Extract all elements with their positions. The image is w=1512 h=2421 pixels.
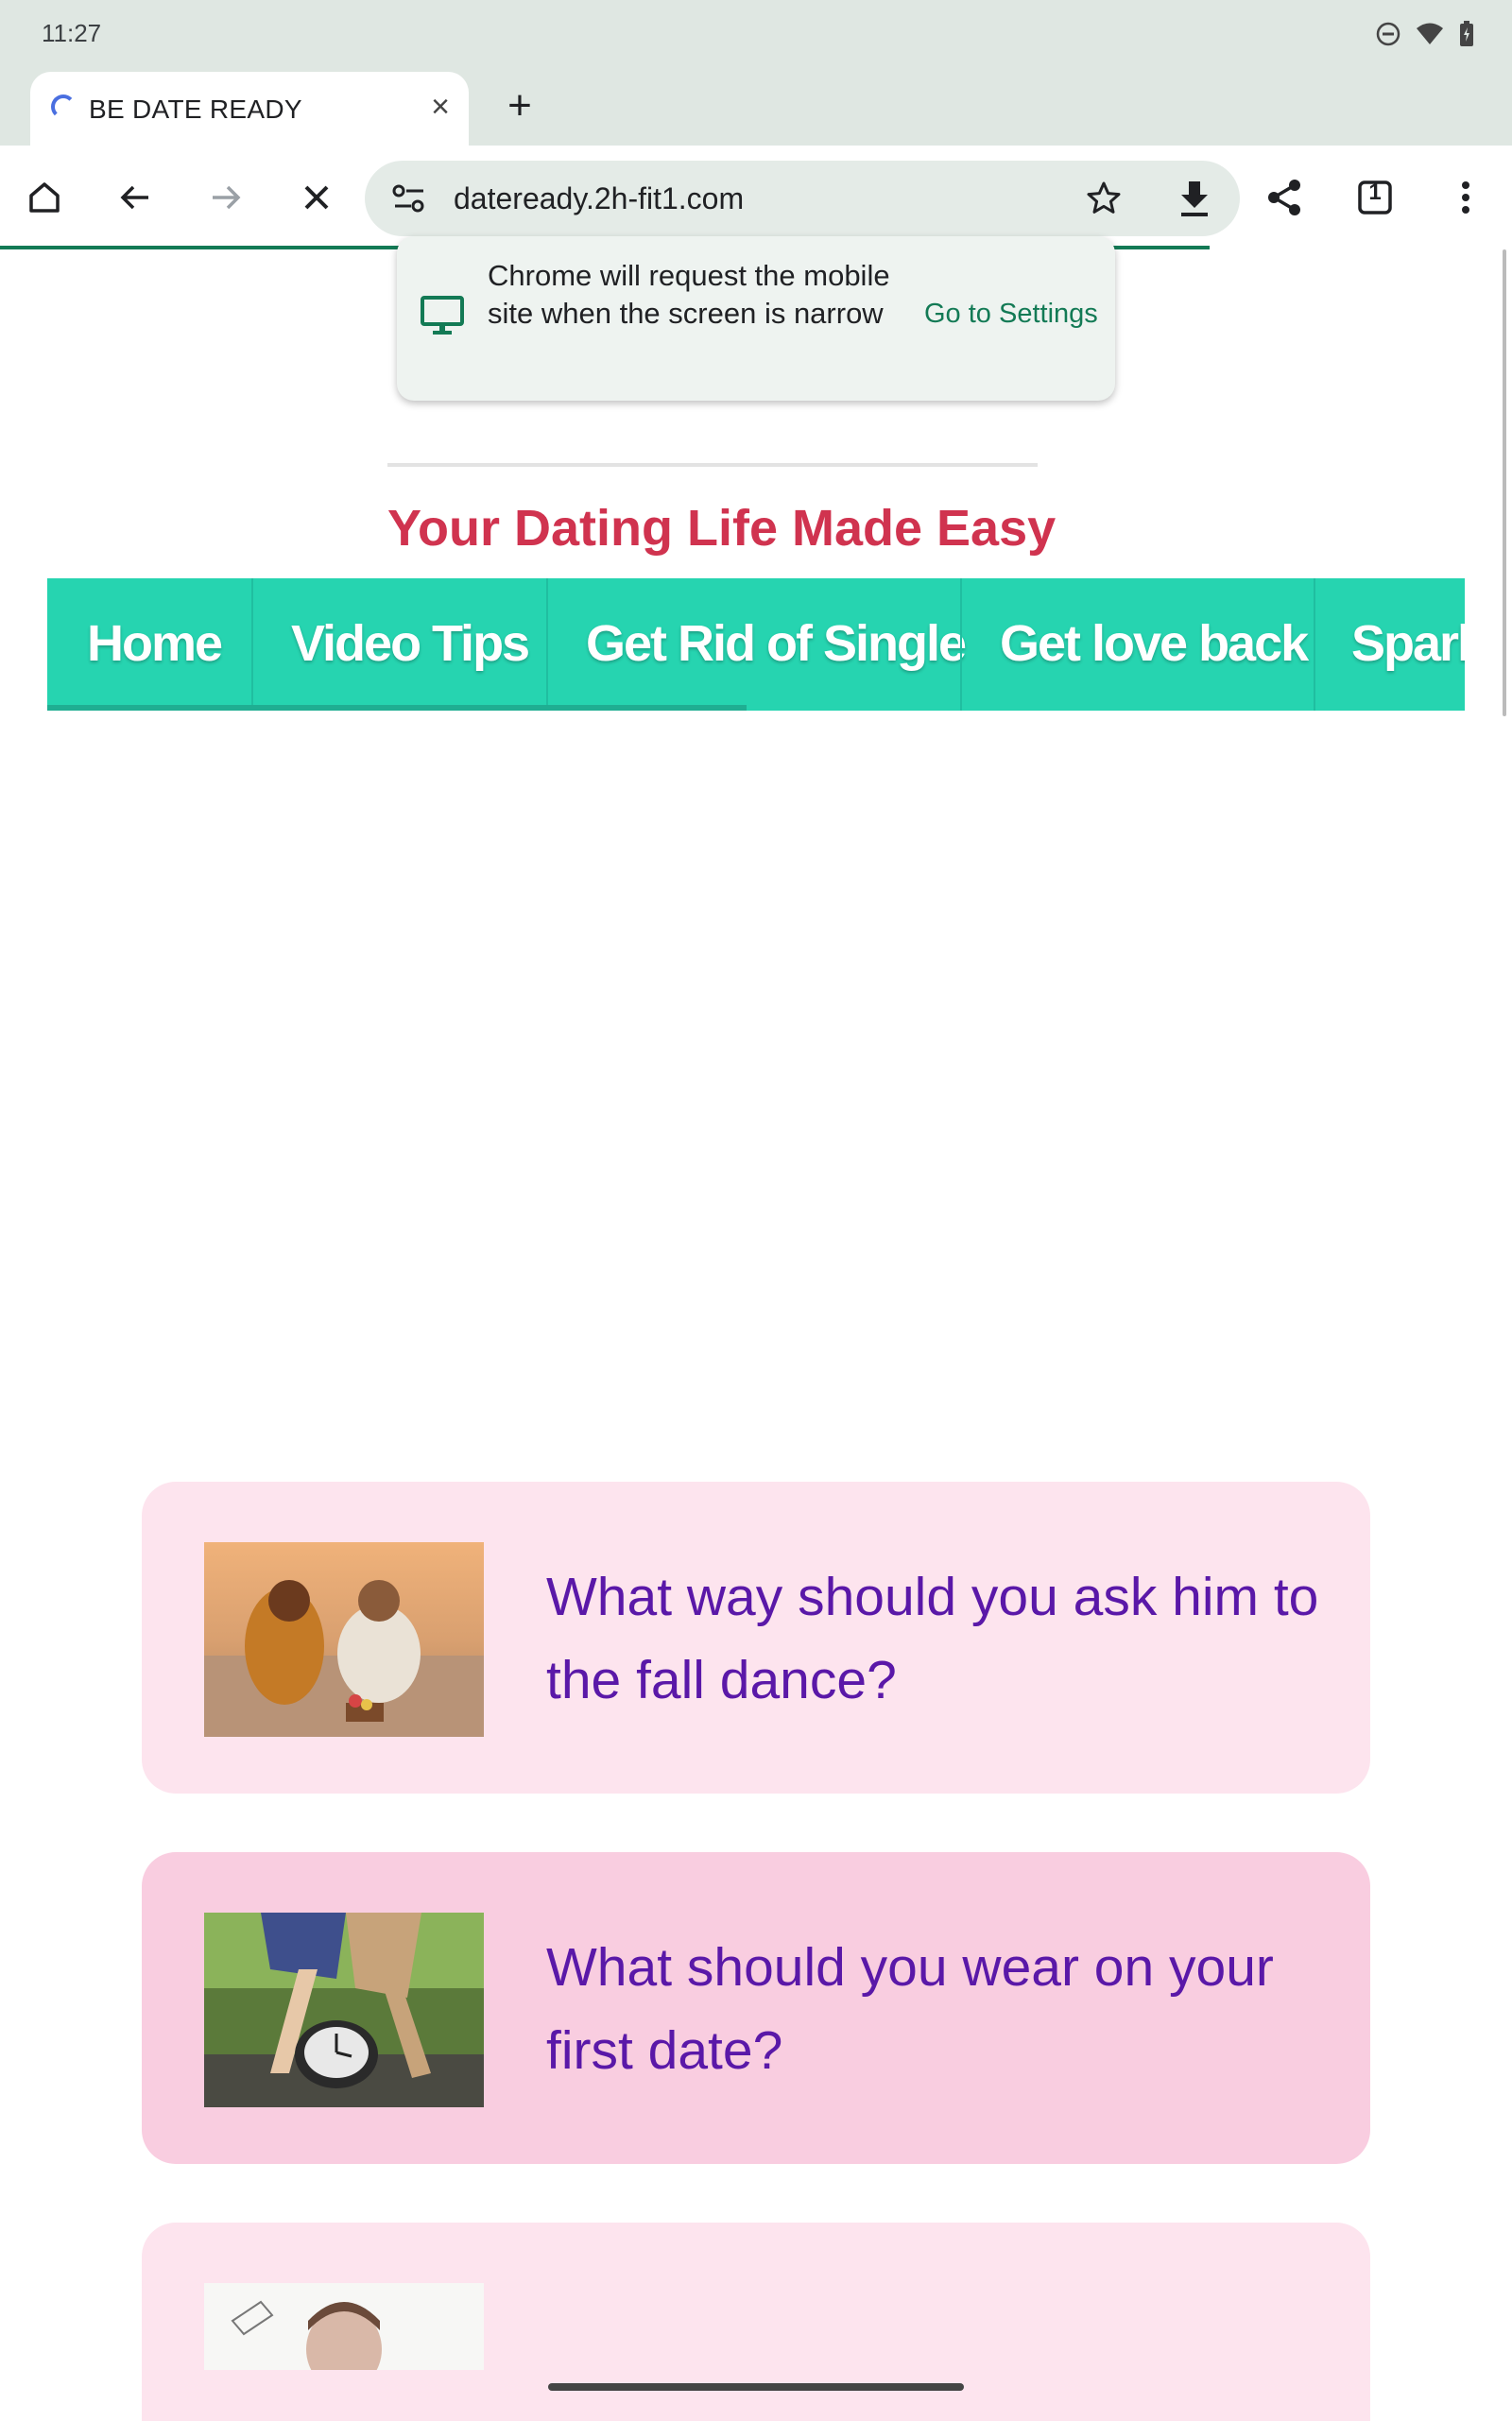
menu-button[interactable] bbox=[1435, 166, 1497, 229]
do-not-disturb-icon bbox=[1376, 22, 1400, 46]
article-thumbnail-partial[interactable] bbox=[204, 2283, 484, 2370]
mobile-site-notice-popup: Chrome will request the mobile site when… bbox=[397, 236, 1115, 401]
star-bookmark-icon[interactable] bbox=[1085, 180, 1123, 217]
download-icon[interactable] bbox=[1176, 178, 1213, 219]
close-icon bbox=[304, 185, 329, 210]
nav-separator bbox=[251, 578, 253, 711]
popup-message: Chrome will request the mobile site when… bbox=[488, 259, 890, 330]
share-icon bbox=[1268, 180, 1300, 215]
nav-item-get-love-back[interactable]: Get love back bbox=[1000, 614, 1309, 673]
article-card[interactable]: What should you wear on your first date? bbox=[142, 1852, 1370, 2164]
go-to-settings-link[interactable]: Go to Settings bbox=[924, 299, 1098, 330]
article-card-partial[interactable] bbox=[142, 2223, 1370, 2421]
header-divider bbox=[387, 463, 1038, 467]
nav-item-get-rid-of-single[interactable]: Get Rid of Single bbox=[586, 614, 967, 673]
site-tagline: Your Dating Life Made Easy bbox=[387, 500, 1057, 557]
home-button[interactable] bbox=[13, 166, 76, 229]
article-thumbnail-clock-dancers[interactable] bbox=[204, 1913, 484, 2107]
status-icons bbox=[1376, 21, 1474, 47]
site-nav-bar: Home Video Tips Get Rid of Single Get lo… bbox=[47, 578, 1465, 711]
stop-loading-button[interactable] bbox=[285, 166, 348, 229]
gesture-nav-handle[interactable] bbox=[548, 2383, 964, 2391]
tab-title: BE DATE READY bbox=[89, 94, 302, 124]
arrow-right-icon bbox=[213, 185, 241, 210]
home-icon bbox=[29, 182, 60, 213]
forward-button[interactable] bbox=[195, 166, 257, 229]
site-settings-icon bbox=[392, 184, 424, 213]
nav-separator bbox=[960, 578, 962, 711]
nav-item-spark[interactable]: Spark bbox=[1351, 614, 1465, 673]
nav-separator bbox=[546, 578, 548, 711]
nav-item-video-tips[interactable]: Video Tips bbox=[291, 614, 530, 673]
status-bar: 11:27 bbox=[0, 0, 1512, 68]
desktop-monitor-icon bbox=[421, 296, 464, 335]
share-button[interactable] bbox=[1253, 166, 1315, 229]
page-scrollbar[interactable] bbox=[1503, 249, 1506, 716]
battery-icon bbox=[1460, 21, 1473, 46]
status-time: 11:27 bbox=[42, 19, 102, 47]
browser-tab[interactable]: BE DATE READY × bbox=[30, 72, 469, 146]
tab-strip: BE DATE READY × + bbox=[0, 68, 1512, 146]
article-thumbnail-beach-couple[interactable] bbox=[204, 1542, 484, 1737]
address-bar[interactable]: dateready.2h-fit1.com bbox=[365, 161, 1240, 236]
article-title[interactable]: What way should you ask him to the fall … bbox=[546, 1555, 1331, 1722]
tab-switcher-button[interactable]: 1 bbox=[1344, 166, 1406, 229]
article-title[interactable]: What should you wear on your first date? bbox=[546, 1926, 1331, 2092]
nav-separator bbox=[1314, 578, 1315, 711]
wifi-icon bbox=[1417, 23, 1443, 44]
back-button[interactable] bbox=[104, 166, 166, 229]
more-vert-icon bbox=[1462, 181, 1469, 214]
nav-item-home[interactable]: Home bbox=[87, 614, 223, 673]
new-tab-button[interactable]: + bbox=[491, 77, 548, 134]
arrow-left-icon bbox=[120, 185, 148, 210]
article-card[interactable]: What way should you ask him to the fall … bbox=[142, 1482, 1370, 1794]
loading-spinner-icon bbox=[51, 94, 76, 119]
tab-count: 1 bbox=[1368, 180, 1382, 205]
tab-close-button[interactable]: × bbox=[431, 89, 450, 126]
url-text[interactable]: dateready.2h-fit1.com bbox=[454, 181, 744, 216]
nav-underline bbox=[47, 705, 747, 711]
browser-toolbar: dateready.2h-fit1.com 1 bbox=[0, 146, 1512, 249]
